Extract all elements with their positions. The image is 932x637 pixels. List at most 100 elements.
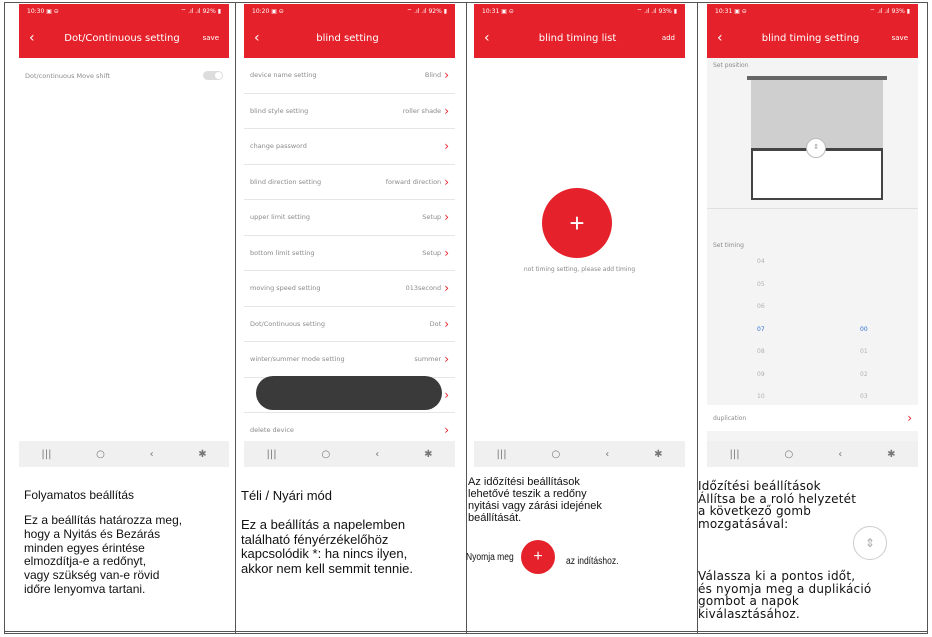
status-bar: 10:20 ▣ ⊝ ⌔ .ıl .ıl 92% ▮: [244, 4, 455, 18]
minute-option[interactable]: [860, 303, 880, 326]
minute-picker[interactable]: 00 01 02 03: [860, 258, 880, 416]
row-label: moving speed setting: [250, 284, 321, 293]
hour-option[interactable]: 05: [757, 281, 777, 304]
caption-line: minden egyes érintése: [24, 540, 145, 555]
chevron-right-icon: ›: [444, 210, 449, 225]
recent-apps-icon[interactable]: |||: [729, 449, 739, 460]
caption-line: Válassza ki a pontos időt,: [698, 569, 856, 583]
duplication-row[interactable]: duplication ›: [707, 405, 918, 431]
app-bar: ‹ blind timing setting save: [707, 18, 918, 58]
minute-option[interactable]: [860, 281, 880, 304]
status-time: 10:31 ▣ ⊝: [715, 7, 747, 15]
android-nav-bar: ||| ○ ‹ ✱: [19, 441, 229, 467]
recent-apps-icon[interactable]: |||: [266, 449, 276, 460]
save-button[interactable]: save: [195, 34, 219, 42]
row-value: summer: [414, 355, 442, 364]
caption-line: mozgatásával:: [698, 516, 789, 531]
back-arrow-icon[interactable]: ‹: [29, 30, 49, 46]
setting-row-delete-device[interactable]: delete device ›: [244, 413, 455, 442]
caption-body-timing-select: Válassza ki a pontos időt, és nyomja meg …: [698, 570, 923, 620]
home-icon[interactable]: ○: [96, 449, 105, 460]
recent-apps-icon[interactable]: |||: [41, 449, 51, 460]
chevron-right-icon: ›: [444, 352, 449, 367]
status-time: 10:20 ▣ ⊝: [252, 7, 284, 15]
save-button[interactable]: save: [884, 34, 908, 42]
setting-row-redacted[interactable]: ›: [244, 375, 455, 413]
content: + not timing setting, please add timing: [474, 58, 685, 442]
recent-apps-icon[interactable]: |||: [496, 449, 506, 460]
back-icon[interactable]: ‹: [150, 449, 154, 460]
accessibility-icon[interactable]: ✱: [887, 449, 895, 460]
row-value: Dot: [429, 319, 442, 328]
minute-option[interactable]: 01: [860, 348, 880, 371]
back-icon[interactable]: ‹: [375, 449, 379, 460]
caption-line: elmozdítja-e a redőnyt,: [24, 554, 147, 569]
home-icon[interactable]: ○: [322, 449, 331, 460]
position-slider-handle-icon[interactable]: ⇕: [806, 138, 826, 158]
accessibility-icon[interactable]: ✱: [654, 449, 662, 460]
accessibility-icon[interactable]: ✱: [424, 449, 432, 460]
phone-timing-setting: 10:31 ▣ ⊝ ⌔ .ıl .ıl 93% ▮ ‹ blind timing …: [707, 4, 918, 467]
page-title: blind timing setting: [761, 32, 860, 44]
home-icon[interactable]: ○: [785, 449, 794, 460]
page-title: blind setting: [316, 32, 379, 44]
app-bar: ‹ blind timing list add: [474, 18, 685, 58]
setting-row-bottom-limit[interactable]: bottom limit setting Setup ›: [244, 236, 455, 271]
chevron-right-icon: ›: [907, 411, 912, 425]
app-bar: ‹ Dot/Continuous setting save: [19, 18, 229, 58]
chevron-right-icon: ›: [444, 139, 449, 154]
chevron-right-icon: ›: [444, 245, 449, 260]
caption-press: Nyomja meg: [466, 552, 514, 563]
dot-continuous-toggle[interactable]: [203, 71, 223, 81]
caption-line: Időzítési beállítások: [698, 479, 821, 493]
hour-option[interactable]: 08: [757, 348, 777, 371]
back-icon[interactable]: ‹: [838, 449, 842, 460]
hour-picker[interactable]: 04 05 06 07 08 09 10: [757, 258, 777, 416]
add-timing-plus-icon[interactable]: +: [542, 188, 612, 258]
back-arrow-icon[interactable]: ‹: [254, 30, 274, 46]
setting-row-winter-summer[interactable]: winter/summer mode setting summer ›: [244, 342, 455, 378]
empty-state-text: not timing setting, please add timing: [523, 266, 636, 273]
divider: [707, 208, 918, 209]
back-arrow-icon[interactable]: ‹: [484, 30, 504, 46]
status-bar: 10:30 ▣ ⊝ ⌔ .ıl .ıl 92% ▮: [19, 4, 229, 18]
page-title: blind timing list: [538, 32, 617, 44]
column-divider: [466, 3, 467, 633]
hour-option[interactable]: 04: [757, 258, 777, 281]
row-label: upper limit setting: [250, 213, 311, 222]
setting-row-blind-style[interactable]: blind style setting roller shade ›: [244, 94, 455, 129]
android-nav-bar: ||| ○ ‹ ✱: [244, 441, 455, 467]
back-icon[interactable]: ‹: [605, 449, 609, 460]
setting-row-speed[interactable]: moving speed setting 013second ›: [244, 271, 455, 307]
caption-line: kiválasztásához.: [698, 606, 800, 621]
chevron-right-icon: ›: [444, 423, 449, 438]
status-icons: ⌔ .ıl .ıl 93% ▮: [869, 8, 910, 15]
caption-slider-handle-icon: ⇕: [853, 526, 887, 560]
status-time: 10:31 ▣ ⊝: [482, 7, 514, 15]
setting-row-dot-continuous[interactable]: Dot/Continuous setting Dot ›: [244, 307, 455, 342]
toggle-row: Dot/continuous Move shift: [19, 58, 229, 94]
row-value: Blind: [424, 71, 442, 80]
toggle-label: Dot/continuous Move shift: [25, 71, 111, 80]
setting-row-device-name[interactable]: device name setting Blind ›: [244, 58, 455, 94]
minute-option[interactable]: 02: [860, 371, 880, 394]
redaction-pill: [256, 375, 442, 410]
caption-body-winter-summer: Ez a beállítás a napelemben található fén…: [241, 517, 461, 576]
caption-body-continuous: Ez a beállítás határozza meg, hogy a Nyit…: [24, 513, 229, 597]
row-label: winter/summer mode setting: [250, 355, 345, 364]
chevron-right-icon: ›: [444, 103, 449, 118]
minute-option[interactable]: [860, 258, 880, 281]
home-icon[interactable]: ○: [552, 449, 561, 460]
setting-row-upper-limit[interactable]: upper limit setting Setup ›: [244, 200, 455, 236]
setting-row-direction[interactable]: blind direction setting forward direction…: [244, 165, 455, 200]
caption-line: Az időzítési beállítások: [468, 476, 580, 488]
back-arrow-icon[interactable]: ‹: [717, 30, 737, 46]
minute-option[interactable]: 00: [860, 326, 880, 349]
hour-option[interactable]: 09: [757, 371, 777, 394]
add-button[interactable]: add: [651, 34, 675, 42]
android-nav-bar: ||| ○ ‹ ✱: [474, 441, 685, 467]
hour-option[interactable]: 06: [757, 303, 777, 326]
hour-option[interactable]: 07: [757, 326, 777, 349]
accessibility-icon[interactable]: ✱: [198, 449, 206, 460]
setting-row-change-password[interactable]: change password ›: [244, 129, 455, 165]
